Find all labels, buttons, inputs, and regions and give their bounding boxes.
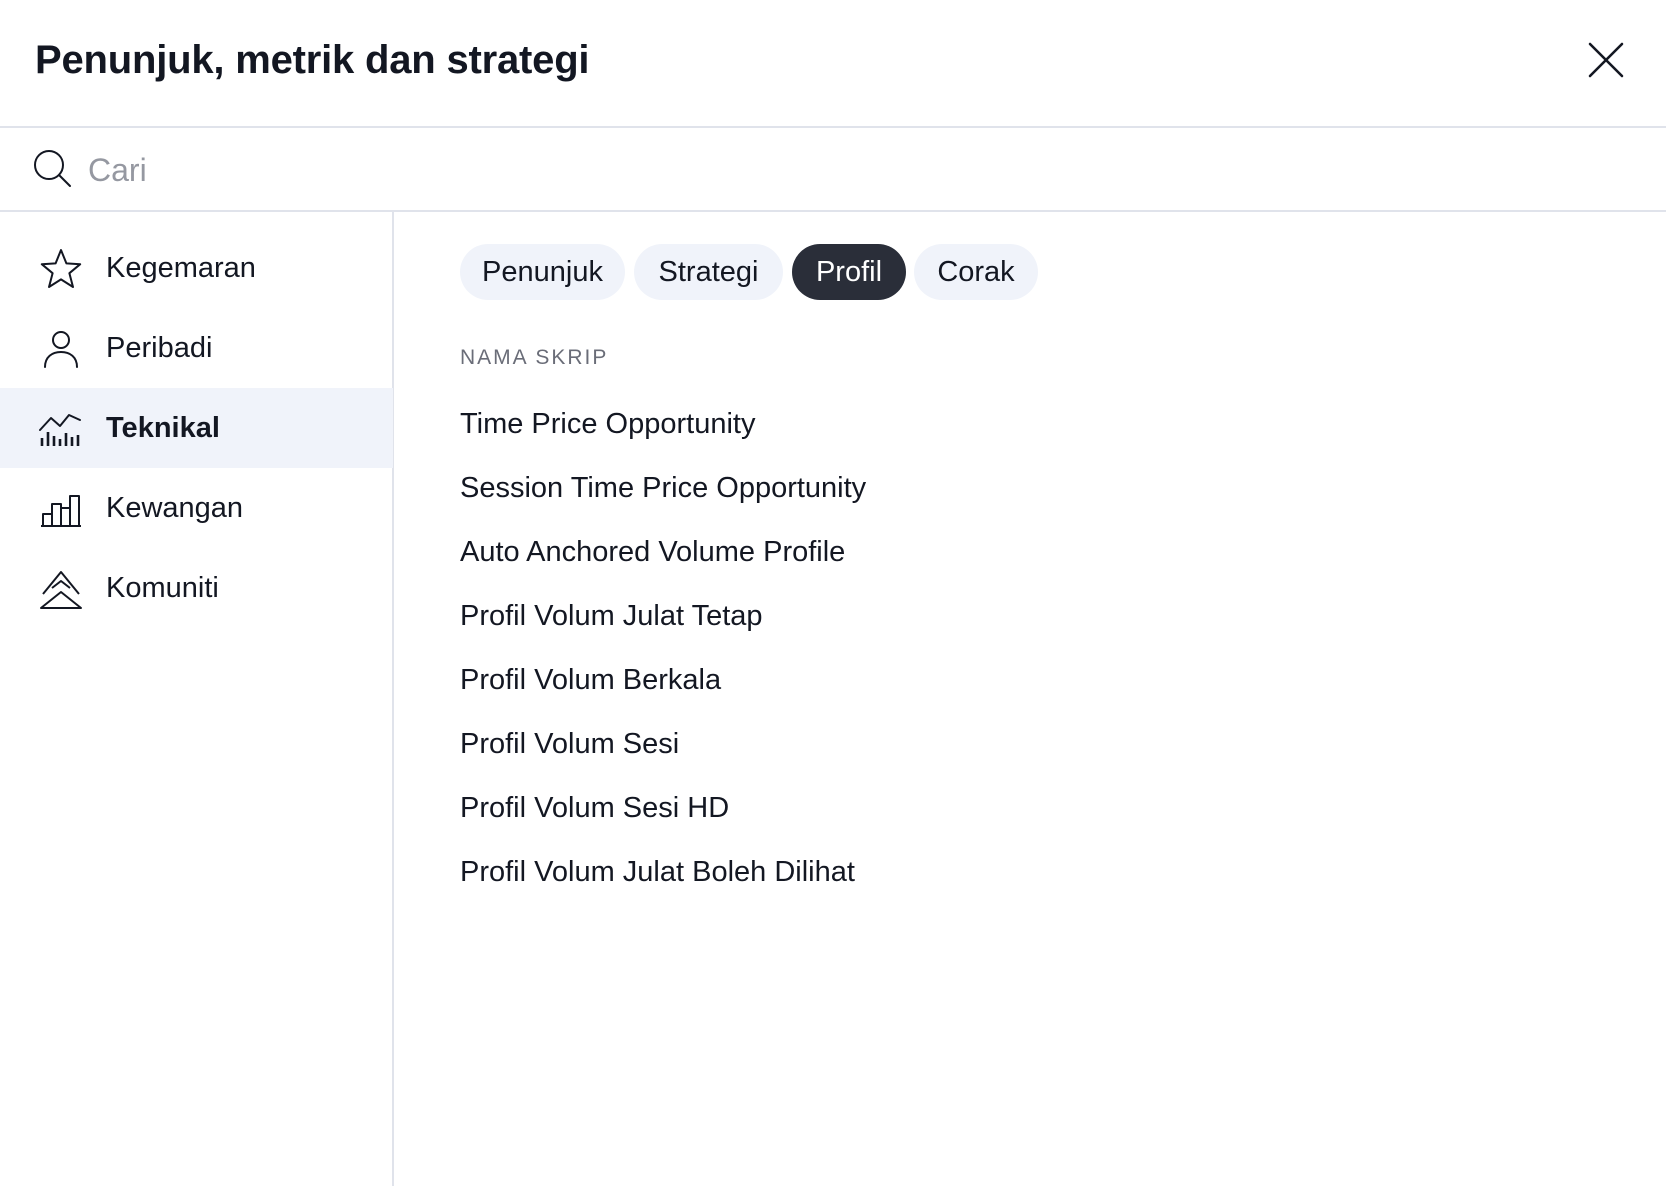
- list-item[interactable]: Profil Volum Berkala: [460, 658, 721, 702]
- list-item[interactable]: Profil Volum Sesi: [460, 722, 679, 766]
- column-header: NAMA SKRIP: [460, 346, 609, 369]
- indicators-dialog: Penunjuk, metrik dan strategi Kegemaran …: [0, 0, 1666, 1186]
- dialog-header: Penunjuk, metrik dan strategi: [0, 0, 1666, 128]
- category-sidebar: Kegemaran Peribadi Teknikal Kewangan Kom…: [0, 212, 394, 1186]
- search-icon: [34, 150, 71, 187]
- list-item[interactable]: Auto Anchored Volume Profile: [460, 530, 845, 574]
- sidebar-item-label: Kegemaran: [106, 252, 256, 284]
- sidebar-item-label: Kewangan: [106, 492, 244, 524]
- list-item[interactable]: Profil Volum Julat Boleh Dilihat: [460, 850, 855, 894]
- tab-strategi[interactable]: Strategi: [634, 244, 783, 300]
- tab-penunjuk[interactable]: Penunjuk: [460, 244, 625, 300]
- sidebar-item-label: Komuniti: [106, 572, 219, 604]
- content-panel: Penunjuk Strategi Profil Corak NAMA SKRI…: [396, 212, 1666, 1186]
- sidebar-item-komuniti[interactable]: Komuniti: [0, 548, 393, 628]
- sidebar-item-teknikal[interactable]: Teknikal: [0, 388, 393, 468]
- list-item[interactable]: Time Price Opportunity: [460, 402, 755, 446]
- sidebar-item-label: Peribadi: [106, 332, 213, 364]
- tab-corak[interactable]: Corak: [914, 244, 1038, 300]
- search-input[interactable]: [88, 144, 1628, 196]
- user-icon: [44, 331, 78, 368]
- sidebar-item-label: Teknikal: [106, 412, 220, 444]
- search-bar: [0, 130, 1666, 212]
- sidebar-item-kewangan[interactable]: Kewangan: [0, 468, 393, 548]
- tab-profil[interactable]: Profil: [792, 244, 906, 300]
- technical-chart-icon: [39, 414, 81, 446]
- list-item[interactable]: Profil Volum Julat Tetap: [460, 594, 763, 638]
- close-button[interactable]: [1582, 36, 1630, 84]
- dialog-title: Penunjuk, metrik dan strategi: [35, 38, 590, 82]
- list-item[interactable]: Session Time Price Opportunity: [460, 466, 866, 510]
- star-icon: [40, 249, 82, 288]
- sidebar-item-kegemaran[interactable]: Kegemaran: [0, 228, 393, 308]
- list-item[interactable]: Profil Volum Sesi HD: [460, 786, 729, 830]
- community-icon: [40, 571, 82, 609]
- close-icon: [1588, 42, 1624, 78]
- sidebar-item-peribadi[interactable]: Peribadi: [0, 308, 393, 388]
- bar-chart-icon: [41, 495, 81, 527]
